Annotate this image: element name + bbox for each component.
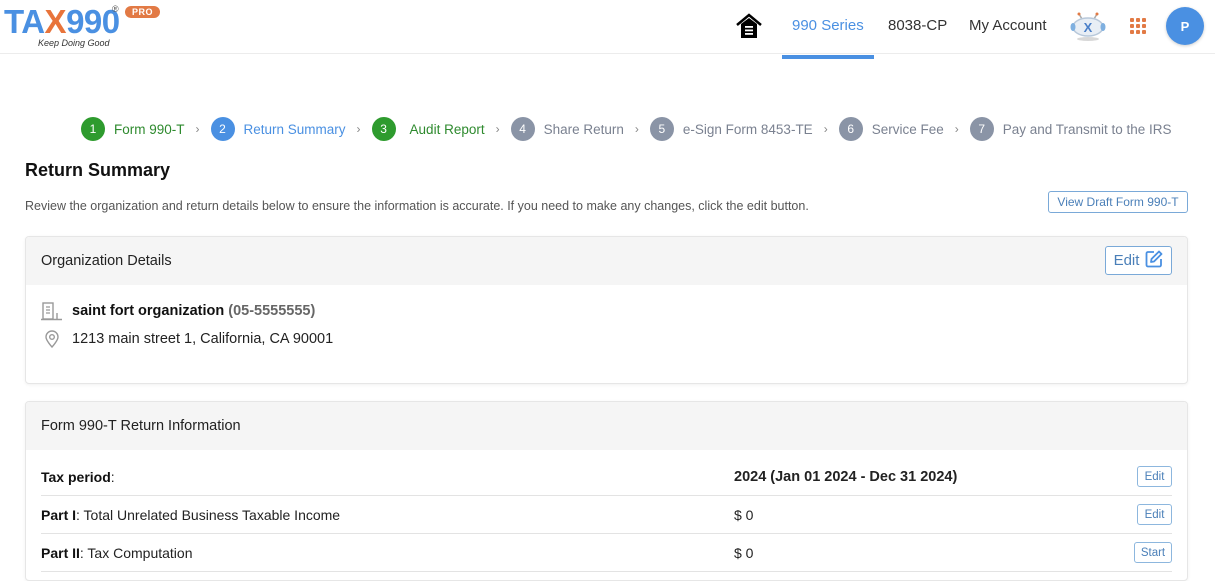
home-icon[interactable] — [735, 12, 763, 40]
step-form-990t[interactable]: 1 Form 990-T — [81, 117, 185, 141]
page-description: Review the organization and return detai… — [25, 199, 809, 213]
return-information-card: Form 990-T Return Information Tax period… — [25, 401, 1188, 581]
pro-badge: PRO — [125, 6, 161, 18]
logo-tagline: Keep Doing Good — [38, 38, 110, 48]
step-number: 7 — [969, 117, 994, 141]
organization-address: 1213 main street 1, California, CA 90001 — [72, 331, 334, 347]
part-1-row: Part I: Total Unrelated Business Taxable… — [41, 496, 1172, 534]
user-avatar[interactable]: P — [1166, 7, 1204, 45]
row-label: Part II: Tax Computation — [41, 545, 734, 561]
step-number: 5 — [649, 117, 674, 141]
edit-label: Edit — [1113, 252, 1140, 269]
active-nav-indicator — [782, 55, 874, 59]
row-label-rest: : Total Unrelated Business Taxable Incom… — [76, 506, 341, 523]
step-label: Return Summary — [243, 121, 346, 137]
row-label-rest: : Tax Computation — [79, 544, 193, 561]
step-label: Pay and Transmit to the IRS — [1002, 121, 1172, 137]
row-label: Part I: Total Unrelated Business Taxable… — [41, 507, 734, 523]
chevron-right-icon: › — [356, 122, 361, 136]
nav-my-account[interactable]: My Account — [969, 17, 1047, 34]
step-number: 2 — [210, 117, 235, 141]
chevron-right-icon: › — [954, 122, 959, 136]
edit-tax-period-button[interactable]: Edit — [1137, 466, 1172, 487]
apps-grid-icon[interactable] — [1130, 18, 1146, 34]
return-information-title: Form 990-T Return Information — [41, 418, 241, 434]
logo-wordmark: TAX990 — [4, 4, 120, 40]
organization-details-card: Organization Details Edit saint fort org… — [25, 236, 1188, 384]
organization-ein: (05-5555555) — [228, 303, 316, 319]
location-pin-icon — [41, 329, 63, 349]
view-draft-form-button[interactable]: View Draft Form 990-T — [1048, 191, 1188, 213]
progress-stepper: 1 Form 990-T › 2 Return Summary › 3 Audi… — [81, 117, 1172, 141]
page-title: Return Summary — [25, 160, 171, 180]
edit-part-1-button[interactable]: Edit — [1137, 504, 1172, 525]
edit-organization-button[interactable]: Edit — [1105, 246, 1172, 275]
step-pay-transmit[interactable]: 7 Pay and Transmit to the IRS — [969, 117, 1172, 141]
organization-details-title: Organization Details — [41, 253, 172, 269]
chevron-right-icon: › — [634, 122, 639, 136]
organization-name: saint fort organization — [72, 303, 225, 319]
row-label-bold: Part I — [41, 506, 77, 523]
return-information-header: Form 990-T Return Information — [26, 402, 1187, 450]
svg-text:X: X — [1084, 20, 1093, 35]
step-share-return[interactable]: 4 Share Return — [510, 117, 624, 141]
step-service-fee[interactable]: 6 Service Fee — [838, 117, 944, 141]
organization-name-row: saint fort organization (05-5555555) — [41, 301, 315, 321]
tax990-logo[interactable]: TAX990 ® PRO Keep Doing Good — [4, 4, 164, 50]
row-label-rest: : — [110, 468, 115, 485]
step-label: Share Return — [543, 121, 624, 137]
part-1-value: $ 0 — [734, 506, 754, 523]
organization-details-header: Organization Details Edit — [26, 237, 1187, 285]
logo-text-left: TA — [4, 3, 45, 40]
step-audit-report[interactable]: 3 Audit Report — [371, 117, 485, 141]
step-label: e-Sign Form 8453-TE — [682, 121, 813, 137]
nav-8038-cp[interactable]: 8038-CP — [888, 17, 947, 34]
step-number: 1 — [81, 117, 105, 141]
chevron-right-icon: › — [823, 122, 828, 136]
step-label: Audit Report — [409, 121, 485, 137]
row-label: Tax period: — [41, 469, 734, 485]
registered-mark: ® — [112, 4, 119, 14]
chevron-right-icon: › — [195, 122, 200, 136]
step-label: Form 990-T — [114, 121, 185, 137]
assistant-bot-icon[interactable]: X — [1069, 10, 1107, 42]
logo-text-x: X — [44, 3, 67, 40]
start-part-2-button[interactable]: Start — [1134, 542, 1172, 563]
row-label-bold: Tax period — [41, 468, 111, 485]
part-2-value: $ 0 — [734, 544, 754, 561]
step-number: 3 — [371, 117, 396, 141]
top-header: TAX990 ® PRO Keep Doing Good 990 Series … — [0, 0, 1215, 59]
step-return-summary[interactable]: 2 Return Summary — [210, 117, 346, 141]
chevron-right-icon: › — [495, 122, 500, 136]
tax-period-row: Tax period: 2024 (Jan 01 2024 - Dec 31 2… — [41, 458, 1172, 496]
step-number: 4 — [510, 117, 535, 141]
step-esign-8453te[interactable]: 5 e-Sign Form 8453-TE — [649, 117, 813, 141]
organization-address-row: 1213 main street 1, California, CA 90001 — [41, 329, 333, 349]
step-label: Service Fee — [871, 121, 944, 137]
step-number: 6 — [838, 117, 863, 141]
nav-990-series[interactable]: 990 Series — [792, 17, 864, 34]
part-2-row: Part II: Tax Computation $ 0 Start — [41, 534, 1172, 572]
row-label-bold: Part II — [41, 544, 80, 561]
building-icon — [41, 301, 63, 321]
edit-pencil-icon — [1145, 250, 1163, 272]
tax-period-value: 2024 (Jan 01 2024 - Dec 31 2024) — [734, 468, 958, 485]
